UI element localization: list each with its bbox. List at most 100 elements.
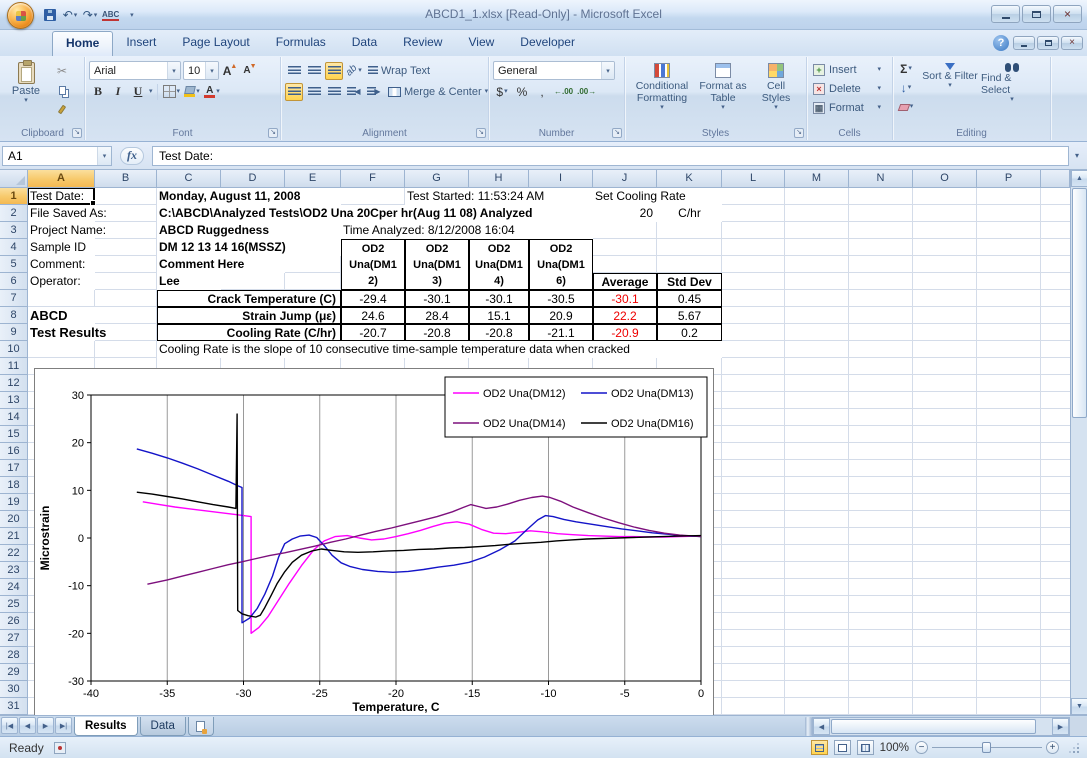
maximize-button[interactable] [1022, 5, 1051, 23]
align-top-button[interactable] [285, 62, 303, 80]
resize-grip[interactable] [1067, 741, 1081, 755]
workbook-close-button[interactable]: × [1061, 36, 1083, 50]
format-cells-button[interactable]: ▦ Format ▾ [811, 98, 883, 117]
cell-K9[interactable]: 0.2 [657, 324, 722, 341]
scroll-down-button[interactable]: ▼ [1071, 698, 1087, 715]
row-header-5[interactable]: 5 [0, 256, 28, 273]
scroll-right-button[interactable]: ▶ [1052, 718, 1069, 735]
scroll-left-button[interactable]: ◀ [813, 718, 830, 735]
row-header-11[interactable]: 11 [0, 358, 28, 375]
cell-A4[interactable]: Sample ID [28, 239, 95, 256]
cell-G8[interactable]: 28.4 [405, 307, 469, 324]
clipboard-dialog-launcher[interactable]: ↘ [72, 128, 82, 138]
next-sheet-button[interactable]: ▶ [37, 717, 54, 734]
row-header-18[interactable]: 18 [0, 477, 28, 494]
zoom-out-button[interactable]: − [915, 741, 928, 754]
alignment-dialog-launcher[interactable]: ↘ [476, 128, 486, 138]
workbook-restore-button[interactable] [1037, 36, 1059, 50]
cell-A5[interactable]: Comment: [28, 256, 95, 273]
row-header-20[interactable]: 20 [0, 511, 28, 528]
font-size-select[interactable]: 10 ▾ [183, 61, 219, 80]
cell-F3[interactable]: Time Analyzed: 8/12/2008 16:04 [341, 222, 593, 239]
column-header-O[interactable]: O [913, 170, 977, 188]
cell-J1[interactable]: Set Cooling Rate [593, 188, 722, 205]
bold-button[interactable]: B [89, 83, 107, 101]
column-header-M[interactable]: M [785, 170, 849, 188]
ribbon-tab-data[interactable]: Data [339, 30, 390, 56]
cut-button[interactable]: ✂ [50, 62, 74, 80]
row-header-26[interactable]: 26 [0, 613, 28, 630]
cell-A3[interactable]: Project Name: [28, 222, 95, 239]
row-header-23[interactable]: 23 [0, 562, 28, 579]
row-header-7[interactable]: 7 [0, 290, 28, 307]
align-center-button[interactable] [305, 83, 323, 101]
zoom-slider[interactable]: − + [915, 741, 1059, 754]
font-dialog-launcher[interactable]: ↘ [268, 128, 278, 138]
cell-K7[interactable]: 0.45 [657, 290, 722, 307]
delete-cells-button[interactable]: × Delete ▾ [811, 79, 883, 98]
row-header-9[interactable]: 9 [0, 324, 28, 341]
styles-dialog-launcher[interactable]: ↘ [794, 128, 804, 138]
ribbon-tab-view[interactable]: View [455, 30, 507, 56]
accounting-format-button[interactable]: $▾ [493, 83, 511, 101]
column-header-G[interactable]: G [405, 170, 469, 188]
select-all-corner[interactable] [0, 170, 28, 188]
column-header-partial[interactable] [1041, 170, 1070, 188]
insert-worksheet-tab[interactable] [188, 717, 214, 736]
row-header-16[interactable]: 16 [0, 443, 28, 460]
orientation-button[interactable]: ab▾ [345, 62, 363, 80]
macro-record-button[interactable] [54, 742, 66, 754]
row-header-24[interactable]: 24 [0, 579, 28, 596]
vertical-scrollbar[interactable]: ▲ ▼ [1070, 170, 1087, 715]
row-header-4[interactable]: 4 [0, 239, 28, 256]
ribbon-tab-formulas[interactable]: Formulas [263, 30, 339, 56]
conditional-formatting-button[interactable]: Conditional Formatting ▾ [629, 60, 695, 126]
sheet-tab-results[interactable]: Results [74, 717, 138, 736]
align-middle-button[interactable] [305, 62, 323, 80]
zoom-track[interactable] [932, 741, 1042, 754]
cell-J7[interactable]: -30.1 [593, 290, 657, 307]
cell-I9[interactable]: -21.1 [529, 324, 593, 341]
cell-A8[interactable]: ABCD [28, 307, 95, 324]
paste-button[interactable]: Paste ▾ [5, 60, 47, 126]
row-header-12[interactable]: 12 [0, 375, 28, 392]
decrease-decimal-button[interactable]: .00→ [576, 83, 597, 101]
align-right-button[interactable] [325, 83, 343, 101]
cell-F4[interactable]: OD2 Una(DM1 2) [341, 239, 405, 290]
number-format-select[interactable]: General ▾ [493, 61, 615, 80]
cell-G9[interactable]: -20.8 [405, 324, 469, 341]
cell-C9[interactable]: Cooling Rate (C/hr) [157, 324, 341, 341]
ribbon-tab-home[interactable]: Home [52, 31, 113, 56]
cell-I7[interactable]: -30.5 [529, 290, 593, 307]
align-left-button[interactable] [285, 83, 303, 101]
cell-I4[interactable]: OD2 Una(DM1 6) [529, 239, 593, 290]
increase-decimal-button[interactable]: ←.00 [553, 83, 574, 101]
cell-H8[interactable]: 15.1 [469, 307, 529, 324]
minimize-button[interactable] [991, 5, 1020, 23]
page-layout-view-button[interactable] [834, 740, 851, 755]
italic-button[interactable]: I [109, 83, 127, 101]
sheet-tab-data[interactable]: Data [140, 717, 186, 736]
cell-F9[interactable]: -20.7 [341, 324, 405, 341]
column-header-C[interactable]: C [157, 170, 221, 188]
column-header-N[interactable]: N [849, 170, 913, 188]
cell-J8[interactable]: 22.2 [593, 307, 657, 324]
column-header-E[interactable]: E [285, 170, 341, 188]
cell-C8[interactable]: Strain Jump (με) [157, 307, 341, 324]
row-header-6[interactable]: 6 [0, 273, 28, 290]
normal-view-button[interactable] [811, 740, 828, 755]
cell-J9[interactable]: -20.9 [593, 324, 657, 341]
previous-sheet-button[interactable]: ◀ [19, 717, 36, 734]
underline-button[interactable]: U [129, 83, 147, 101]
ribbon-tab-developer[interactable]: Developer [507, 30, 588, 56]
cell-I8[interactable]: 20.9 [529, 307, 593, 324]
borders-button[interactable]: ▾ [162, 83, 182, 101]
row-header-17[interactable]: 17 [0, 460, 28, 477]
row-header-8[interactable]: 8 [0, 307, 28, 324]
name-box[interactable]: A1 ▾ [2, 146, 112, 166]
column-header-K[interactable]: K [657, 170, 722, 188]
percent-style-button[interactable]: % [513, 83, 531, 101]
first-sheet-button[interactable]: |◀ [1, 717, 18, 734]
cell-C1[interactable]: Monday, August 11, 2008 [157, 188, 341, 205]
row-header-2[interactable]: 2 [0, 205, 28, 222]
